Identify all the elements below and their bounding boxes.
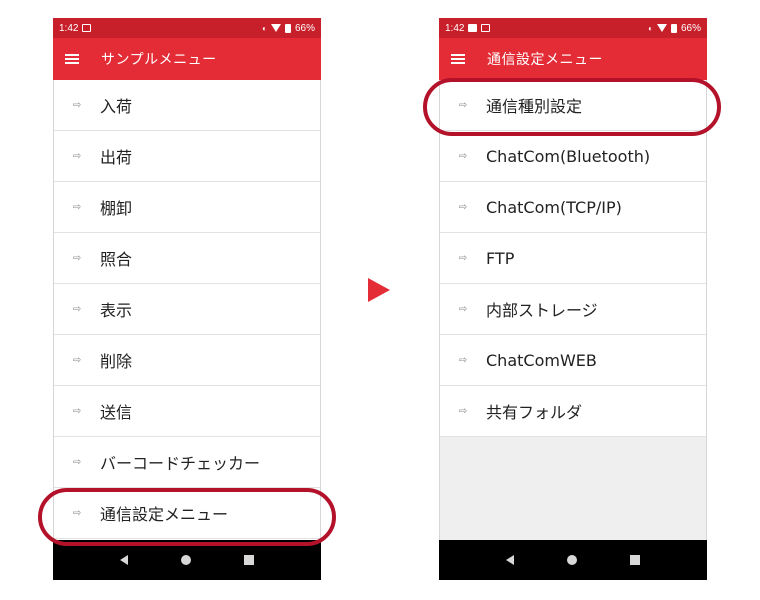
- nav-back-icon[interactable]: [119, 555, 128, 565]
- image-icon: [468, 24, 478, 32]
- navigation-bar: [53, 540, 321, 580]
- wifi-icon: [656, 24, 667, 32]
- menu-item-chatcomweb[interactable]: ⇨ ChatComWEB: [440, 335, 706, 386]
- menu-item-chatcom-bluetooth[interactable]: ⇨ ChatCom(Bluetooth): [440, 131, 706, 182]
- menu-item-barcode-checker[interactable]: ⇨ バーコードチェッカー: [54, 437, 320, 488]
- app-bar: サンプルメニュー: [53, 38, 321, 80]
- menu-item-label: 内部ストレージ: [486, 301, 598, 320]
- menu-item-nyuka[interactable]: ⇨ 入荷: [54, 80, 320, 131]
- menu-item-tanaoroshi[interactable]: ⇨ 棚卸: [54, 182, 320, 233]
- arrow-icon: ⇨: [458, 354, 468, 366]
- highlight-ring-comm-type-settings: [423, 78, 721, 136]
- flow-pointer-icon: [368, 278, 390, 302]
- menu-item-label: ChatComWEB: [486, 350, 597, 370]
- screenshot-icon: [481, 24, 491, 32]
- arrow-icon: ⇨: [72, 252, 82, 264]
- menu-item-chatcom-tcpip[interactable]: ⇨ ChatCom(TCP/IP): [440, 182, 706, 233]
- menu-item-shogo[interactable]: ⇨ 照合: [54, 233, 320, 284]
- menu-item-shukka[interactable]: ⇨ 出荷: [54, 131, 320, 182]
- menu-item-label: 共有フォルダ: [486, 403, 583, 422]
- arrow-icon: ⇨: [72, 354, 82, 366]
- menu-item-label: 棚卸: [100, 199, 133, 218]
- arrow-icon: ⇨: [72, 99, 82, 111]
- vibrate-icon: ◐: [262, 23, 267, 33]
- battery-level: 66%: [680, 22, 701, 34]
- menu-item-label: 照合: [100, 250, 133, 269]
- menu-item-label: FTP: [486, 248, 515, 268]
- vibrate-icon: ◐: [648, 23, 653, 33]
- page-title: サンプルメニュー: [101, 52, 217, 68]
- arrow-icon: ⇨: [458, 252, 468, 264]
- nav-recents-icon[interactable]: [630, 555, 641, 565]
- status-bar: 1:42 ◐ 66%: [53, 18, 321, 38]
- menu-item-label: バーコードチェッカー: [100, 454, 261, 473]
- status-time: 1:42: [445, 22, 465, 34]
- menu-item-label: 送信: [100, 403, 133, 422]
- arrow-icon: ⇨: [458, 201, 468, 213]
- arrow-icon: ⇨: [72, 303, 82, 315]
- nav-back-icon[interactable]: [505, 555, 514, 565]
- highlight-ring-comm-settings-menu: [38, 488, 336, 546]
- menu-item-internal-storage[interactable]: ⇨ 内部ストレージ: [440, 284, 706, 335]
- page-title: 通信設定メニュー: [487, 52, 603, 68]
- nav-home-icon[interactable]: [180, 555, 191, 565]
- menu-item-label: 入荷: [100, 97, 133, 116]
- wifi-icon: [270, 24, 281, 32]
- menu-list: ⇨ 入荷 ⇨ 出荷 ⇨ 棚卸 ⇨ 照合 ⇨ 表示 ⇨ 削除 ⇨ 送信 ⇨ バーコ: [53, 80, 321, 540]
- menu-icon[interactable]: [451, 54, 465, 64]
- battery-icon: [284, 23, 291, 33]
- menu-item-ftp[interactable]: ⇨ FTP: [440, 233, 706, 284]
- arrow-icon: ⇨: [72, 201, 82, 213]
- menu-item-label: ChatCom(TCP/IP): [486, 197, 622, 217]
- menu-item-shared-folder[interactable]: ⇨ 共有フォルダ: [440, 386, 706, 437]
- nav-home-icon[interactable]: [566, 555, 577, 565]
- battery-level: 66%: [294, 22, 315, 34]
- status-bar: 1:42 ◐ 66%: [439, 18, 707, 38]
- menu-item-hyoji[interactable]: ⇨ 表示: [54, 284, 320, 335]
- menu-item-label: 削除: [100, 352, 133, 371]
- navigation-bar: [439, 540, 707, 580]
- battery-icon: [670, 23, 677, 33]
- status-time: 1:42: [59, 22, 79, 34]
- arrow-icon: ⇨: [72, 150, 82, 162]
- arrow-icon: ⇨: [72, 405, 82, 417]
- arrow-icon: ⇨: [458, 405, 468, 417]
- arrow-icon: ⇨: [458, 150, 468, 162]
- menu-item-soshin[interactable]: ⇨ 送信: [54, 386, 320, 437]
- app-bar: 通信設定メニュー: [439, 38, 707, 80]
- menu-item-sakujo[interactable]: ⇨ 削除: [54, 335, 320, 386]
- arrow-icon: ⇨: [72, 456, 82, 468]
- menu-item-label: 出荷: [100, 148, 133, 167]
- menu-item-label: ChatCom(Bluetooth): [486, 146, 651, 166]
- menu-item-label: 表示: [100, 301, 133, 320]
- nav-recents-icon[interactable]: [244, 555, 255, 565]
- menu-list: ⇨ 通信種別設定 ⇨ ChatCom(Bluetooth) ⇨ ChatCom(…: [439, 80, 707, 540]
- menu-icon[interactable]: [65, 54, 79, 64]
- arrow-icon: ⇨: [458, 303, 468, 315]
- screenshot-icon: [82, 24, 92, 32]
